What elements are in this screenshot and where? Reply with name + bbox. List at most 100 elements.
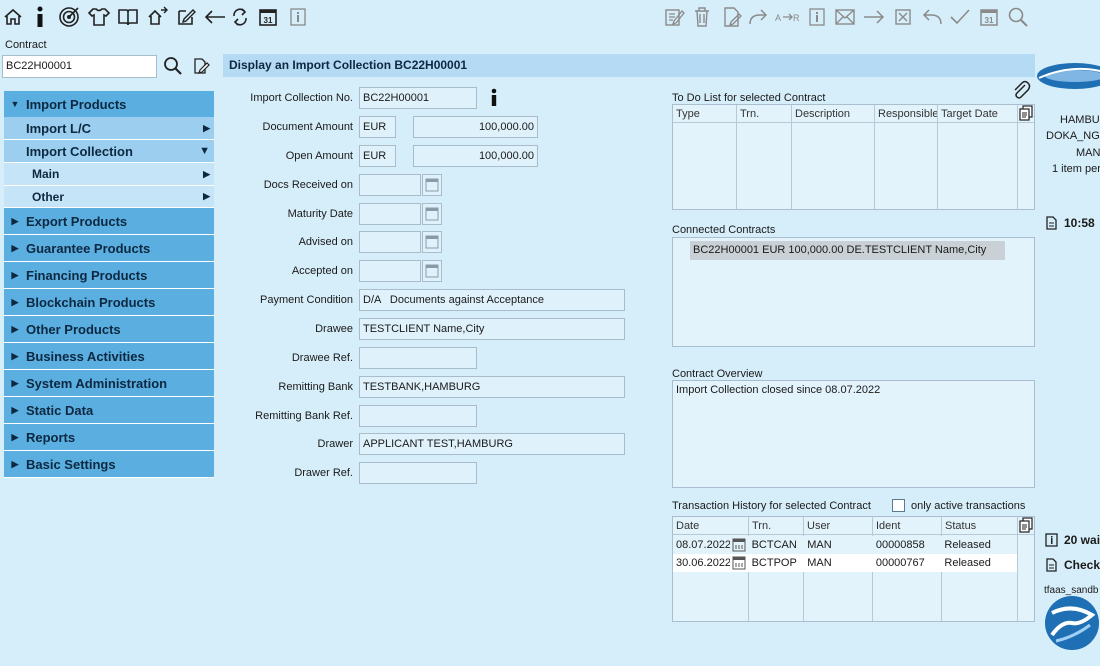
todo-col-target-date[interactable]: Target Date [938,105,1018,122]
document-icon[interactable] [1045,558,1058,572]
copy-icon[interactable] [1019,517,1033,533]
transaction-type-icon[interactable] [730,536,749,554]
check-icon[interactable] [948,4,972,30]
sidebar-item-label: Import L/C [26,120,91,136]
home-swap-icon[interactable] [145,4,171,30]
drawer-ref-field[interactable] [359,462,477,484]
shirt-icon[interactable] [86,4,112,30]
table-row[interactable]: 30.06.2022 BCTPOP MAN 00000767 Released [673,554,1017,572]
undo-icon[interactable] [920,4,944,30]
calendar-icon[interactable] [422,174,442,196]
sidebar-item-guarantee-products[interactable]: ▶ Guarantee Products [4,235,214,262]
swap-icon[interactable]: AR [774,4,802,30]
table-row[interactable]: 08.07.2022 BCTCAN MAN 00000858 Released [673,536,1017,554]
advised-on-label: Advised on [298,236,353,248]
import-collection-no-field[interactable]: BC22H00001 [359,87,477,109]
todo-col-type[interactable]: Type [673,105,737,122]
open-amount-field[interactable]: 100,000.00 [413,145,538,167]
sidebar-item-business-activities[interactable]: ▶ Business Activities [4,343,214,370]
sidebar-item-label: Guarantee Products [26,240,151,256]
check-link[interactable]: Check [1064,558,1100,572]
book-icon[interactable] [116,4,140,30]
sidebar-item-reports[interactable]: ▶ Reports [4,424,214,451]
info-icon[interactable] [30,4,50,30]
sidebar-item-label: Other Products [26,321,121,337]
connected-title: Connected Contracts [672,224,776,236]
sidebar-item-system-administration[interactable]: ▶ System Administration [4,370,214,397]
maturity-date-label: Maturity Date [287,208,353,220]
mail-icon[interactable] [833,4,857,30]
sidebar-item-main[interactable]: Main ▶ [4,163,214,186]
sidebar-item-other-products[interactable]: ▶ Other Products [4,316,214,343]
drawer-field[interactable]: APPLICANT TEST,HAMBURG [359,433,625,455]
history-col-date[interactable]: Date [673,517,749,534]
history-col-ident[interactable]: Ident [873,517,942,534]
history-col-status[interactable]: Status [942,517,1018,534]
remitting-bank-ref-field[interactable] [359,405,477,427]
calendar-icon[interactable]: 31 [978,4,1000,30]
sidebar-item-static-data[interactable]: ▶ Static Data [4,397,214,424]
remitting-bank-ref-label: Remitting Bank Ref. [255,410,353,422]
todo-col-description[interactable]: Description [792,105,875,122]
info-box-icon[interactable] [287,4,309,30]
arrow-left-icon[interactable] [203,4,227,30]
forward-icon[interactable] [747,4,769,30]
file-sign-icon[interactable] [720,4,744,30]
info-box-icon[interactable] [806,4,828,30]
open-amount-currency[interactable]: EUR [359,145,396,167]
sidebar-item-import-l-c[interactable]: Import L/C ▶ [4,117,214,140]
advised-on-field[interactable] [359,231,421,253]
search-icon[interactable] [163,56,183,76]
sandbox-logo [1040,595,1100,650]
drawee-label: Drawee [315,323,353,335]
calendar-icon[interactable]: 31 [257,4,279,30]
remitting-bank-field[interactable]: TESTBANK,HAMBURG [359,376,625,398]
todo-col-trn[interactable]: Trn. [737,105,792,122]
maturity-date-field[interactable] [359,203,421,225]
file-edit-icon[interactable] [192,57,210,75]
drawee-ref-field[interactable] [359,347,477,369]
drawee-field[interactable]: TESTCLIENT Name,City [359,318,625,340]
sidebar-item-import-products[interactable]: ▼ Import Products [4,91,214,118]
paperclip-icon[interactable] [1011,80,1031,100]
document-amount-field[interactable]: 100,000.00 [413,116,538,138]
target-icon[interactable] [57,4,81,30]
home-icon[interactable] [2,4,24,30]
right-info-line1: HAMBU [1060,114,1100,126]
document-amount-currency[interactable]: EUR [359,116,396,138]
history-col-trn[interactable]: Trn. [749,517,804,534]
chevron-right-icon: ▶ [203,191,210,201]
sidebar-item-import-collection[interactable]: Import Collection ▼ [4,140,214,163]
sidebar-item-other[interactable]: Other ▶ [4,186,214,208]
refresh-icon[interactable] [229,4,251,30]
sidebar-item-basic-settings[interactable]: ▶ Basic Settings [4,451,214,478]
triangle-right-icon: ▶ [11,242,19,253]
calendar-icon[interactable] [422,231,442,253]
trash-icon[interactable] [691,4,713,30]
arrow-right-icon[interactable] [862,4,886,30]
info-box-icon[interactable] [1045,533,1058,547]
sidebar-item-financing-products[interactable]: ▶ Financing Products [4,262,214,289]
triangle-right-icon: ▶ [11,377,19,388]
calendar-icon[interactable] [422,260,442,282]
accepted-on-field[interactable] [359,260,421,282]
history-col-user[interactable]: User [804,517,873,534]
edit-icon[interactable] [175,4,197,30]
only-active-checkbox[interactable] [892,499,905,512]
payment-condition-field[interactable]: D/A Documents against Acceptance [359,289,625,311]
sidebar-item-blockchain-products[interactable]: ▶ Blockchain Products [4,289,214,316]
info-icon[interactable] [489,87,499,109]
calendar-icon[interactable] [422,203,442,225]
docs-received-field[interactable] [359,174,421,196]
transaction-type-icon[interactable] [730,554,749,572]
triangle-right-icon: ▶ [11,215,19,226]
copy-icon[interactable] [1019,105,1033,121]
contract-search-input[interactable]: BC22H00001 [2,55,157,78]
edit-list-icon[interactable] [662,4,686,30]
waiting-items-link[interactable]: 20 wai [1064,533,1100,547]
sidebar-item-export-products[interactable]: ▶ Export Products [4,208,214,235]
close-box-icon[interactable] [892,4,914,30]
search-icon[interactable] [1006,4,1030,30]
todo-col-responsible[interactable]: Responsible [875,105,938,122]
connected-item[interactable]: BC22H00001 EUR 100,000.00 DE.TESTCLIENT … [690,241,1005,260]
